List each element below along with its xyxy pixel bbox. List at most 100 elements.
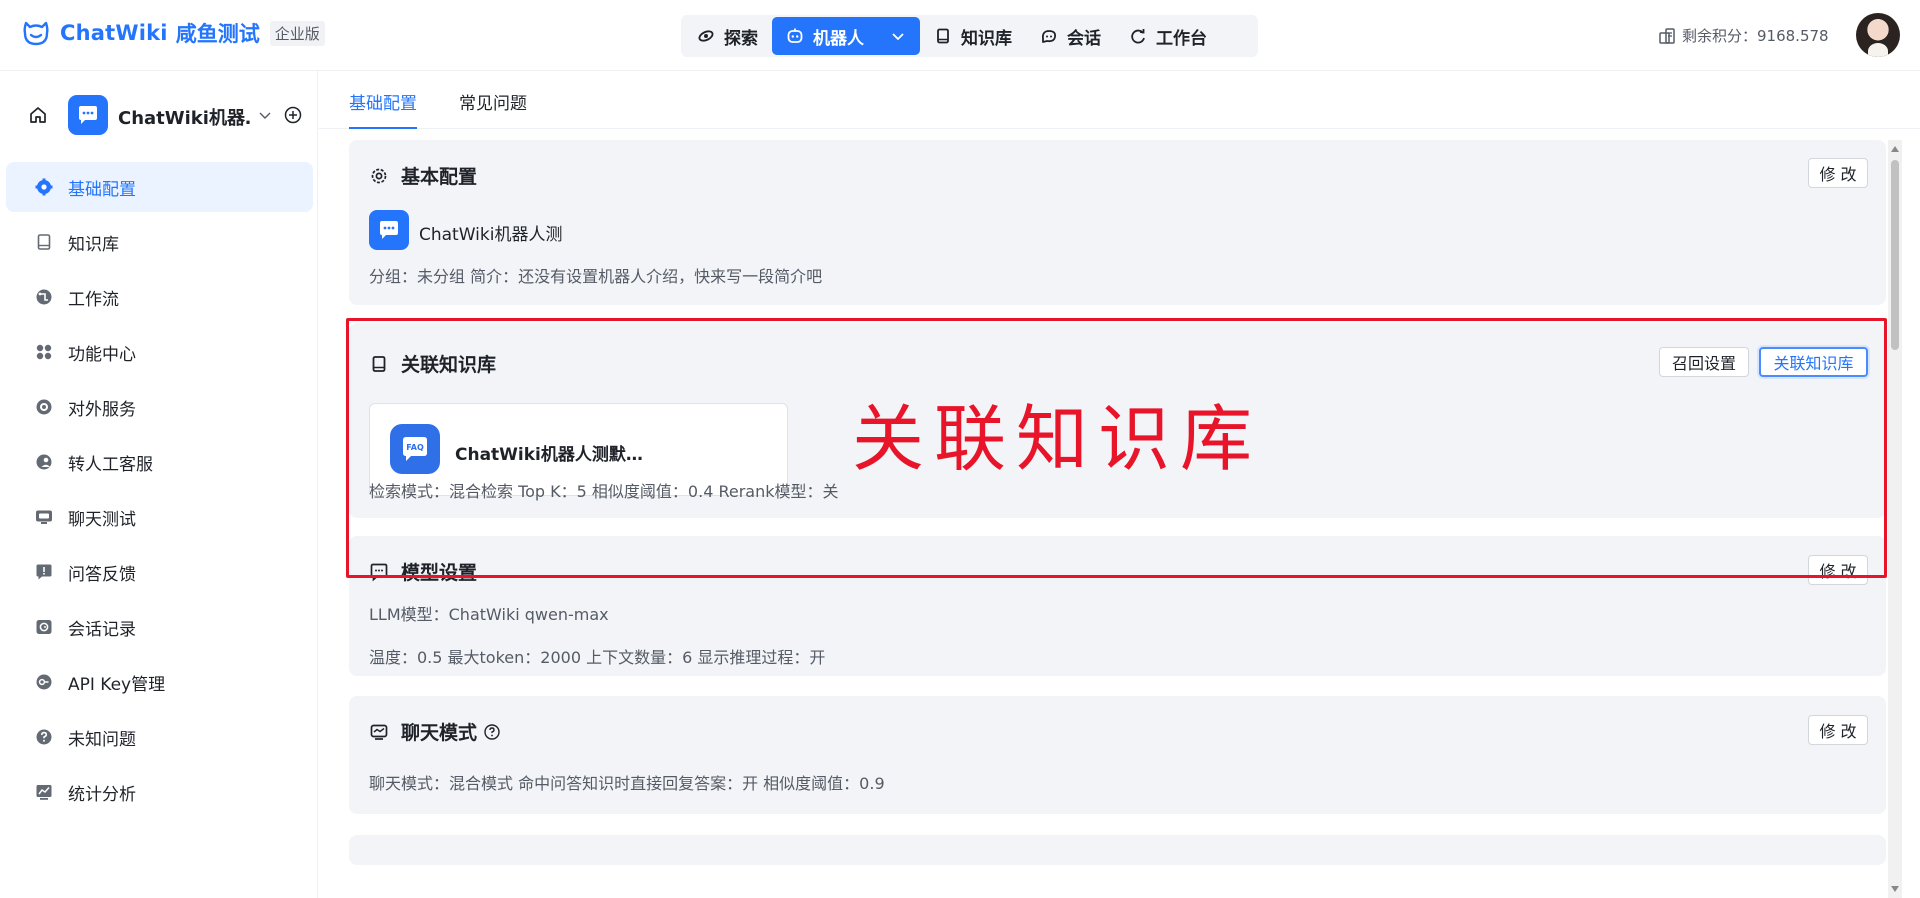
sidebar-menu: 基础配置 知识库 工作流 功能中心 对外服务 转人工客服 聊天测试 问答反馈 会… bbox=[6, 162, 313, 822]
home-icon[interactable] bbox=[28, 105, 48, 125]
chevron-down-icon[interactable] bbox=[257, 107, 273, 123]
sidebar-item-label: 会话记录 bbox=[68, 619, 136, 640]
sidebar-item-label: 未知问题 bbox=[68, 729, 136, 750]
kb-item-name: ChatWiki机器人测默… bbox=[455, 445, 643, 465]
chevron-down-icon bbox=[890, 28, 906, 44]
tab-faq[interactable]: 常见问题 bbox=[459, 89, 527, 129]
apps-icon bbox=[34, 342, 54, 362]
logo-text: ChatWiki bbox=[60, 21, 168, 45]
app-logo[interactable]: ChatWiki 咸鱼测试 企业版 bbox=[20, 17, 325, 49]
sidebar-item-label: 知识库 bbox=[68, 234, 119, 255]
sidebar-item-label: 聊天测试 bbox=[68, 509, 136, 530]
sidebar-item-label: API Key管理 bbox=[68, 674, 166, 695]
feedback-icon bbox=[34, 562, 54, 582]
service-icon bbox=[34, 397, 54, 417]
book-icon bbox=[369, 354, 389, 374]
sidebar-item-label: 工作流 bbox=[68, 289, 119, 310]
user-avatar[interactable] bbox=[1856, 13, 1900, 57]
recall-settings-button[interactable]: 召回设置 bbox=[1659, 347, 1749, 377]
sidebar-item-label: 统计分析 bbox=[68, 784, 136, 805]
faq-icon-text: FAQ bbox=[406, 443, 424, 452]
coins-icon bbox=[1658, 27, 1676, 45]
chat-mode-icon bbox=[369, 722, 389, 742]
kb-meta: 检索模式：混合检索 Top K：5 相似度阈值：0.4 Rerank模型：关 bbox=[369, 482, 839, 501]
sidebar: ChatWiki机器… 基础配置 知识库 工作流 功能中心 对外服务 转人工客服… bbox=[0, 71, 318, 898]
nav-knowledge[interactable]: 知识库 bbox=[920, 17, 1026, 55]
nav-knowledge-label: 知识库 bbox=[961, 28, 1012, 49]
model-chat-icon bbox=[369, 562, 389, 582]
main-scrollbar[interactable] bbox=[1888, 140, 1902, 898]
logo-bear-icon bbox=[20, 17, 52, 49]
nav-workbench-label: 工作台 bbox=[1156, 28, 1207, 49]
chat-mode-card: 聊天模式 修 改 聊天模式：混合模式 命中问答知识时直接回复答案：开 相似度阈值… bbox=[349, 696, 1886, 814]
faq-icon: FAQ bbox=[390, 424, 440, 474]
robot-avatar bbox=[68, 95, 108, 135]
nav-session[interactable]: 会话 bbox=[1026, 17, 1115, 55]
sidebar-item-chat-test[interactable]: 聊天测试 bbox=[6, 492, 313, 542]
sidebar-item-human-agent[interactable]: 转人工客服 bbox=[6, 437, 313, 487]
robot-avatar bbox=[369, 210, 409, 250]
model-settings-title: 模型设置 bbox=[369, 558, 477, 585]
book-icon bbox=[34, 232, 54, 252]
question-icon bbox=[34, 727, 54, 747]
sidebar-item-knowledge[interactable]: 知识库 bbox=[6, 217, 313, 267]
basic-meta: 分组：未分组 简介：还没有设置机器人介绍，快来写一段简介吧 bbox=[369, 267, 823, 286]
nav-workbench[interactable]: 工作台 bbox=[1115, 17, 1221, 55]
nav-explore[interactable]: 探索 bbox=[683, 17, 772, 55]
nav-robot[interactable]: 机器人 bbox=[772, 17, 920, 55]
tab-basic-config[interactable]: 基础配置 bbox=[349, 89, 417, 129]
stats-icon bbox=[34, 782, 54, 802]
explore-icon bbox=[697, 27, 715, 45]
model-llm: LLM模型：ChatWiki qwen-max bbox=[369, 605, 609, 624]
scroll-thumb[interactable] bbox=[1891, 160, 1899, 350]
scroll-up-arrow-icon[interactable] bbox=[1891, 146, 1899, 152]
sidebar-item-workflow[interactable]: 工作流 bbox=[6, 272, 313, 322]
basic-robot-name: ChatWiki机器人测 bbox=[419, 225, 563, 245]
edit-basic-button[interactable]: 修 改 bbox=[1808, 158, 1868, 188]
robot-name[interactable]: ChatWiki机器… bbox=[118, 104, 252, 130]
logo-subtitle: 咸鱼测试 bbox=[175, 22, 260, 46]
config-tabs: 基础配置 常见问题 bbox=[319, 71, 1920, 129]
sidebar-item-qa-feedback[interactable]: 问答反馈 bbox=[6, 547, 313, 597]
linked-kb-title: 关联知识库 bbox=[369, 350, 496, 377]
gear-icon bbox=[34, 177, 54, 197]
points-label: 剩余积分：9168.578 bbox=[1682, 27, 1829, 45]
chat-test-icon bbox=[34, 507, 54, 527]
sidebar-item-basic-config[interactable]: 基础配置 bbox=[6, 162, 313, 212]
sidebar-item-label: 问答反馈 bbox=[68, 564, 136, 585]
nav-explore-label: 探索 bbox=[724, 28, 758, 49]
chat-mode-title: 聊天模式 bbox=[369, 718, 501, 745]
sidebar-item-session-records[interactable]: 会话记录 bbox=[6, 602, 313, 652]
sidebar-item-label: 基础配置 bbox=[68, 179, 136, 200]
help-icon[interactable] bbox=[483, 723, 501, 741]
gear-outline-icon bbox=[369, 166, 389, 186]
nav-session-label: 会话 bbox=[1067, 28, 1101, 49]
sidebar-item-unknown-questions[interactable]: 未知问题 bbox=[6, 712, 313, 762]
sidebar-item-function-center[interactable]: 功能中心 bbox=[6, 327, 313, 377]
sidebar-item-statistics[interactable]: 统计分析 bbox=[6, 767, 313, 817]
edit-chat-mode-button[interactable]: 修 改 bbox=[1808, 715, 1868, 745]
top-nav: 探索 机器人 知识库 会话 工作台 bbox=[681, 15, 1258, 57]
add-circle-icon[interactable] bbox=[283, 105, 303, 125]
sidebar-item-api-key[interactable]: API Key管理 bbox=[6, 657, 313, 707]
model-settings-card: 模型设置 修 改 LLM模型：ChatWiki qwen-max 温度：0.5 … bbox=[349, 536, 1886, 676]
next-card-partial bbox=[349, 835, 1886, 865]
edition-badge: 企业版 bbox=[269, 20, 325, 46]
basic-config-card: 基本配置 修 改 ChatWiki机器人测 分组：未分组 简介：还没有设置机器人… bbox=[349, 140, 1886, 305]
sidebar-item-label: 转人工客服 bbox=[68, 454, 153, 475]
chat-mode-meta: 聊天模式：混合模式 命中问答知识时直接回复答案：开 相似度阈值：0.9 bbox=[369, 774, 885, 793]
sidebar-item-external-service[interactable]: 对外服务 bbox=[6, 382, 313, 432]
scroll-down-arrow-icon[interactable] bbox=[1891, 886, 1899, 892]
link-kb-button[interactable]: 关联知识库 bbox=[1759, 347, 1868, 377]
sidebar-item-label: 对外服务 bbox=[68, 399, 136, 420]
nav-robot-label: 机器人 bbox=[813, 28, 864, 49]
linked-kb-title-text: 关联知识库 bbox=[401, 354, 497, 376]
chat-icon bbox=[1040, 27, 1058, 45]
robot-icon bbox=[786, 27, 804, 45]
book-icon bbox=[934, 27, 952, 45]
workbench-icon bbox=[1129, 27, 1147, 45]
annotation-text: 关联知识库 bbox=[852, 397, 1263, 481]
workflow-icon bbox=[34, 287, 54, 307]
top-header: ChatWiki 咸鱼测试 企业版 探索 机器人 知识库 会话 工作台 剩余积分… bbox=[0, 0, 1920, 71]
edit-model-button[interactable]: 修 改 bbox=[1808, 555, 1868, 585]
